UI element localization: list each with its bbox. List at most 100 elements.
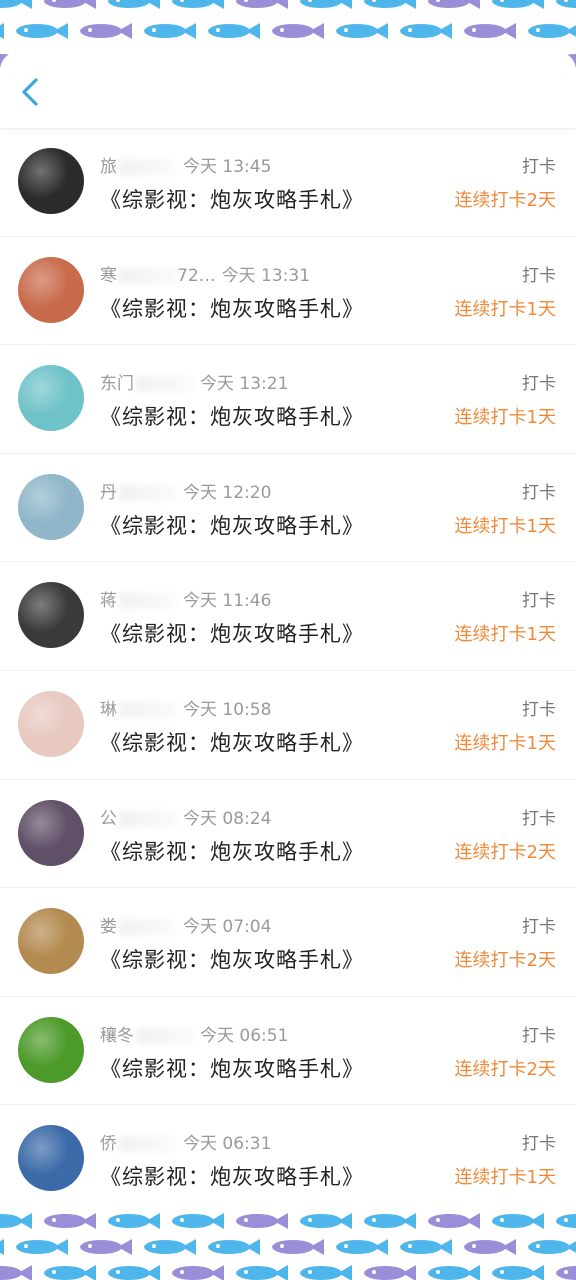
- list-item[interactable]: 娄 今天 07:04 《综影视：炮灰攻略手札》 打卡 连续打卡2天: [0, 888, 576, 997]
- fish-decoration: [272, 22, 328, 40]
- book-title[interactable]: 《综影视：炮灰攻略手札》: [100, 1161, 364, 1191]
- streak-badge: 连续打卡1天: [454, 298, 556, 320]
- user-meta: 侨 今天 06:31: [100, 1129, 271, 1154]
- avatar[interactable]: [18, 256, 84, 323]
- avatar[interactable]: [18, 148, 84, 214]
- list-item[interactable]: 丹 今天 12:20 《综影视：炮灰攻略手札》 打卡 连续打卡1天: [0, 454, 576, 563]
- blurred-text: [136, 1027, 194, 1044]
- fish-decoration: [336, 1238, 392, 1256]
- blurred-text: [119, 701, 177, 718]
- checkin-label: 打卡: [522, 917, 556, 938]
- fish-decoration: [272, 1238, 328, 1256]
- fish-decoration: [172, 1264, 228, 1280]
- list-item[interactable]: 公 今天 08:24 《综影视：炮灰攻略手札》 打卡 连续打卡2天: [0, 780, 576, 889]
- checkin-label: 打卡: [522, 808, 556, 829]
- fish-decoration: [300, 1264, 356, 1280]
- checkin-list-page: 旅今天 13:45 《综影视：炮灰攻略手札》 打卡 连续打卡2天 寒 72… 今天 …: [0, 0, 576, 1280]
- fish-decoration: [80, 1238, 136, 1256]
- username: 琳: [100, 699, 117, 720]
- checkin-label: 打卡: [522, 374, 556, 395]
- fish-decoration: [208, 22, 264, 40]
- fish-decoration: [556, 1212, 576, 1230]
- username: 寒: [100, 265, 117, 286]
- avatar[interactable]: [18, 799, 84, 866]
- timestamp: 今天 11:46: [183, 591, 272, 612]
- user-meta: 蒋 今天 11:46: [100, 586, 271, 611]
- timestamp: 今天 07:04: [183, 917, 272, 938]
- username: 旅: [100, 157, 117, 177]
- fish-decoration: [428, 1212, 484, 1230]
- checkin-label: 打卡: [522, 1025, 556, 1046]
- streak-badge: 连续打卡2天: [454, 950, 556, 972]
- list-item[interactable]: 穰冬 今天 06:51 《综影视：炮灰攻略手札》 打卡 连续打卡2天: [0, 997, 576, 1106]
- username: 公: [100, 808, 117, 829]
- fish-decoration: [108, 1212, 164, 1230]
- fish-decoration: [0, 0, 36, 10]
- avatar[interactable]: [18, 365, 84, 432]
- fish-decoration: [556, 1264, 576, 1280]
- fish-decoration: [208, 1238, 264, 1256]
- fish-decoration: [108, 0, 164, 10]
- list-item[interactable]: 东门 今天 13:21 《综影视：炮灰攻略手札》 打卡 连续打卡1天: [0, 345, 576, 454]
- streak-badge: 连续打卡1天: [454, 1167, 556, 1189]
- book-title[interactable]: 《综影视：炮灰攻略手札》: [100, 510, 364, 540]
- user-meta: 东门 今天 13:21: [100, 369, 288, 394]
- streak-badge: 连续打卡1天: [454, 732, 556, 754]
- blurred-text: [119, 159, 177, 175]
- fish-decoration: [236, 1264, 292, 1280]
- timestamp: 今天 06:51: [200, 1025, 289, 1046]
- fish-decoration: [236, 1212, 292, 1230]
- book-title[interactable]: 《综影视：炮灰攻略手札》: [100, 618, 364, 648]
- fish-decoration: [336, 22, 392, 40]
- avatar[interactable]: [18, 1125, 84, 1192]
- timestamp: 今天 13:21: [200, 374, 289, 395]
- checkin-label: 打卡: [522, 157, 556, 177]
- blurred-text: [119, 267, 177, 284]
- list-item[interactable]: 旅 今天 13:45 《综影视：炮灰攻略手札》 打卡 连续打卡2天: [0, 128, 576, 237]
- book-title[interactable]: 《综影视：炮灰攻略手札》: [100, 184, 364, 214]
- fish-decoration: [172, 1212, 228, 1230]
- fish-decoration: [16, 22, 72, 40]
- checkin-list: 旅今天 13:45 《综影视：炮灰攻略手札》 打卡 连续打卡2天 寒 72… 今天 …: [0, 128, 576, 1214]
- book-title[interactable]: 《综影视：炮灰攻略手札》: [100, 944, 364, 974]
- avatar[interactable]: [18, 908, 84, 975]
- blurred-text: [119, 810, 177, 827]
- avatar[interactable]: [18, 473, 84, 540]
- fish-decoration: [400, 1238, 456, 1256]
- username-extra: 72…: [177, 265, 216, 286]
- fish-decoration: [300, 1212, 356, 1230]
- username: 蒋: [100, 591, 117, 612]
- username: 东门: [100, 374, 134, 395]
- back-button[interactable]: [18, 76, 42, 108]
- list-item[interactable]: 寒 72… 今天 13:31 《综影视：炮灰攻略手札》 打卡 连续打卡1天: [0, 237, 576, 346]
- list-item[interactable]: 侨 今天 06:31 《综影视：炮灰攻略手札》 打卡 连续打卡1天: [0, 1105, 576, 1214]
- timestamp: 今天 13:31: [221, 265, 311, 286]
- fish-decoration: [492, 1212, 548, 1230]
- timestamp: 今天 06:31: [183, 1134, 272, 1155]
- fish-pattern-bottom: [0, 1212, 576, 1280]
- checkin-label: 打卡: [522, 265, 556, 286]
- avatar[interactable]: [18, 582, 84, 649]
- book-title[interactable]: 《综影视：炮灰攻略手札》: [100, 1053, 364, 1083]
- fish-decoration: [16, 1238, 72, 1256]
- book-title[interactable]: 《综影视：炮灰攻略手札》: [100, 401, 364, 431]
- fish-decoration: [44, 1264, 100, 1280]
- fish-decoration: [556, 0, 576, 10]
- book-title[interactable]: 《综影视：炮灰攻略手札》: [100, 727, 364, 757]
- list-item[interactable]: 蒋 今天 11:46 《综影视：炮灰攻略手札》 打卡 连续打卡1天: [0, 562, 576, 671]
- chevron-left-icon: [22, 78, 38, 106]
- blurred-text: [136, 376, 194, 393]
- book-title[interactable]: 《综影视：炮灰攻略手札》: [100, 836, 364, 866]
- username: 侨: [100, 1134, 117, 1155]
- checkin-label: 打卡: [522, 482, 556, 503]
- fish-decoration: [172, 0, 228, 10]
- book-title[interactable]: 《综影视：炮灰攻略手札》: [100, 293, 364, 323]
- user-meta: 穰冬 今天 06:51: [100, 1021, 288, 1046]
- fish-decoration: [464, 1238, 520, 1256]
- fish-decoration: [492, 1264, 548, 1280]
- list-item[interactable]: 琳 今天 10:58 《综影视：炮灰攻略手札》 打卡 连续打卡1天: [0, 671, 576, 780]
- timestamp: 今天 12:20: [183, 482, 272, 503]
- avatar[interactable]: [18, 1016, 84, 1083]
- avatar[interactable]: [18, 690, 84, 757]
- streak-badge: 连续打卡2天: [454, 1058, 556, 1080]
